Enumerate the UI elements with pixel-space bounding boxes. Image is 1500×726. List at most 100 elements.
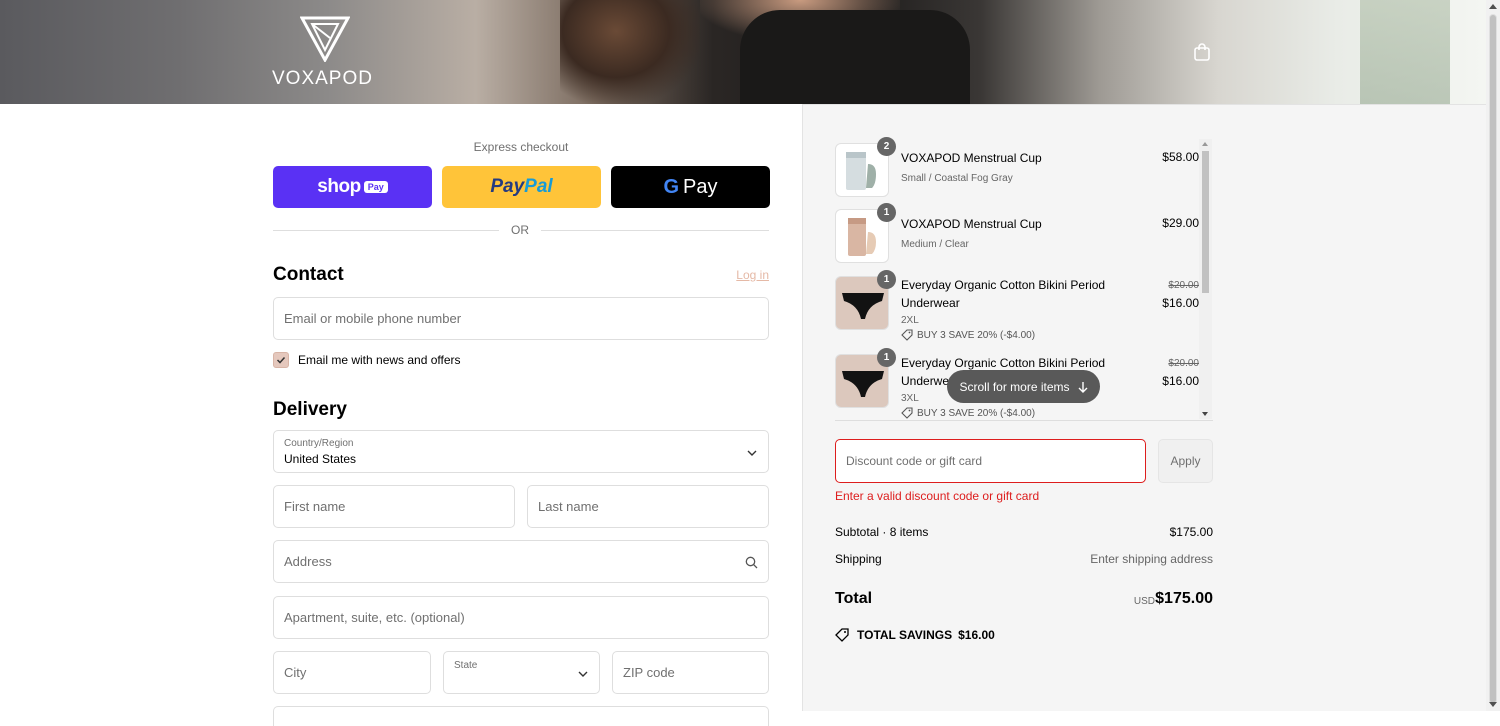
newsletter-checkbox[interactable] (273, 352, 289, 368)
checkmark-icon (276, 356, 286, 364)
item-name: VOXAPOD Menstrual Cup (901, 217, 1042, 231)
paypal-text-1: Pay (490, 176, 525, 197)
item-variant: 2XL (901, 315, 919, 326)
banner-photo-hair (560, 0, 700, 104)
country-value: United States (284, 452, 357, 466)
log-in-link[interactable]: Log in (700, 268, 769, 282)
brand-logo[interactable]: VOXAPOD (272, 16, 382, 89)
item-name: Everyday Organic Cotton Bikini Period Un… (901, 278, 1106, 310)
item-variant: 3XL (901, 393, 919, 404)
item-old-price: $20.00 (1168, 358, 1199, 369)
first-name-field[interactable]: First name (273, 485, 515, 528)
delivery-heading: Delivery (273, 399, 347, 420)
newsletter-row[interactable]: Email me with news and offers (273, 352, 461, 368)
subtotal-row: Subtotal · 8 items $175.00 (835, 525, 1213, 539)
tag-icon (835, 628, 849, 642)
newsletter-label: Email me with news and offers (298, 353, 461, 367)
cart-item: 1 Everyday Organic Cotton Bikini Period … (835, 270, 1199, 342)
scroll-up-arrow-icon[interactable] (1202, 142, 1208, 146)
tag-icon (901, 407, 913, 419)
page-scrollbar[interactable] (1486, 0, 1500, 711)
state-label: State (454, 660, 478, 671)
total-savings: TOTAL SAVINGS $16.00 (835, 628, 995, 642)
shopping-bag-icon[interactable] (1192, 42, 1212, 62)
brand-name: VOXAPOD (272, 68, 373, 89)
paypal-text-2: Pal (524, 176, 553, 197)
or-divider: OR (273, 222, 769, 238)
country-select[interactable]: Country/Region United States (273, 430, 769, 473)
shipping-row: Shipping Enter shipping address (835, 552, 1213, 566)
zip-field[interactable]: ZIP code (612, 651, 769, 694)
google-g-icon: G (663, 175, 680, 198)
savings-value: $16.00 (958, 628, 995, 642)
paypal-button[interactable]: Pay Pal (442, 166, 601, 208)
discount-text: BUY 3 SAVE 20% (-$4.00) (917, 407, 1036, 419)
chevron-down-icon (747, 450, 757, 456)
scroll-down-arrow-icon[interactable] (1202, 412, 1208, 416)
banner-photo-top (740, 10, 970, 104)
state-select[interactable]: State (443, 651, 600, 694)
discount-text: BUY 3 SAVE 20% (-$4.00) (917, 329, 1036, 341)
contact-heading: Contact (273, 264, 344, 285)
banner-photo-window (1360, 0, 1450, 104)
arrow-down-icon (1078, 381, 1088, 393)
savings-label: TOTAL SAVINGS (857, 628, 953, 642)
discount-code-input[interactable]: Discount code or gift card (835, 439, 1146, 483)
item-price: $58.00 (1162, 150, 1199, 164)
scrollbar-thumb[interactable] (1202, 151, 1209, 293)
apartment-field[interactable]: Apartment, suite, etc. (optional) (273, 596, 769, 639)
total-currency: USD (1133, 596, 1155, 607)
shop-pay-button[interactable]: shop Pay (273, 166, 432, 208)
item-variant: Medium / Clear (901, 239, 969, 250)
scroll-hint-text: Scroll for more items (959, 379, 1070, 394)
cart-item: 2 VOXAPOD Menstrual Cup Small / Coastal … (835, 137, 1199, 197)
shipping-value: Enter shipping address (1090, 552, 1213, 566)
email-field[interactable]: Email or mobile phone number (273, 297, 769, 340)
quantity-badge: 1 (877, 203, 896, 222)
item-old-price: $20.00 (1168, 280, 1199, 291)
subtotal-value: $175.00 (1169, 525, 1213, 539)
items-divider (835, 420, 1213, 421)
last-name-field[interactable]: Last name (527, 485, 769, 528)
scroll-for-more-button[interactable]: Scroll for more items (947, 370, 1100, 403)
country-label: Country/Region (284, 438, 354, 449)
page-scrollbar-thumb[interactable] (1489, 14, 1497, 704)
apply-button[interactable]: Apply (1158, 439, 1213, 483)
quantity-badge: 2 (877, 137, 896, 156)
shop-pay-text: shop (317, 176, 361, 197)
address-field[interactable]: Address (273, 540, 769, 583)
tag-icon (901, 329, 913, 341)
subtotal-label: Subtotal · 8 items (835, 525, 929, 539)
search-icon (745, 556, 758, 569)
hero-banner: VOXAPOD (0, 0, 1486, 104)
phone-field-partial[interactable] (273, 706, 769, 726)
express-checkout-label: Express checkout (473, 140, 569, 154)
item-discount: BUY 3 SAVE 20% (-$4.00) (901, 407, 1035, 419)
address-placeholder: Address (284, 554, 332, 569)
divider-line-right (541, 230, 769, 231)
chevron-down-icon (578, 671, 588, 677)
google-pay-button[interactable]: G Pay (611, 166, 770, 208)
voxapod-logo-icon (300, 16, 350, 62)
google-pay-text: Pay (683, 175, 718, 198)
item-variant: Small / Coastal Fog Gray (901, 173, 1013, 184)
item-price: $16.00 (1162, 296, 1199, 310)
quantity-badge: 1 (877, 270, 896, 289)
quantity-badge: 1 (877, 348, 896, 367)
scroll-down-arrow-icon[interactable] (1489, 702, 1497, 707)
or-text: OR (511, 223, 529, 237)
item-price: $16.00 (1162, 374, 1199, 388)
scroll-up-arrow-icon[interactable] (1489, 4, 1497, 9)
cart-item: 1 VOXAPOD Menstrual Cup Medium / Clear $… (835, 203, 1199, 263)
city-field[interactable]: City (273, 651, 431, 694)
checkout-form-column: Express checkout shop Pay Pay Pal G Pay O… (0, 104, 802, 726)
total-row: Total USD $175.00 (835, 590, 1213, 610)
shop-pay-badge: Pay (363, 181, 388, 193)
item-price: $29.00 (1162, 216, 1199, 230)
cart-items-scrollbar[interactable] (1199, 139, 1212, 419)
total-label: Total (835, 590, 873, 607)
item-name: VOXAPOD Menstrual Cup (901, 151, 1042, 165)
item-discount: BUY 3 SAVE 20% (-$4.00) (901, 329, 1035, 341)
shipping-label: Shipping (835, 552, 882, 566)
total-value: $175.00 (1155, 590, 1213, 607)
